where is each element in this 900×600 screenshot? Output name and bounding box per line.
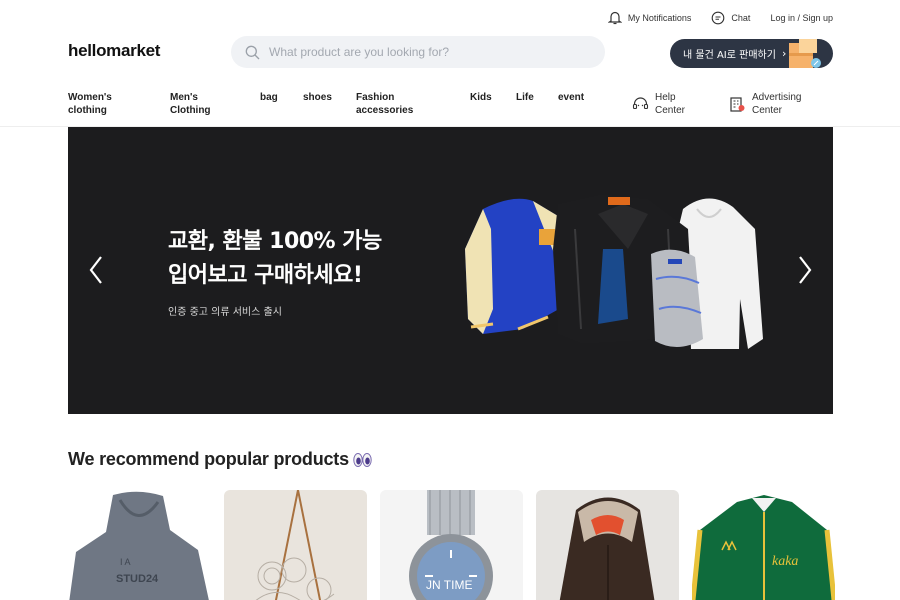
headset-icon <box>632 97 649 110</box>
nav-label: Men's Clothing <box>170 92 211 116</box>
nav-life[interactable]: Life <box>516 91 534 104</box>
eyes-icon <box>353 452 372 467</box>
notifications-link[interactable]: My Notifications <box>607 10 692 25</box>
recommend-section-title: We recommend popular products <box>68 449 372 470</box>
nav-label: shoes <box>303 92 332 103</box>
product-card[interactable] <box>224 490 367 600</box>
svg-text:kaka: kaka <box>772 554 798 569</box>
box-illustration-icon <box>789 39 821 68</box>
arrow-left-icon[interactable] <box>85 253 109 287</box>
nav-bag[interactable]: bag <box>260 91 278 104</box>
banner-subtitle: 인증 중고 의류 서비스 출시 <box>168 307 282 318</box>
search-icon <box>245 45 260 59</box>
product-card[interactable]: JN TIME <box>380 490 523 600</box>
notifications-label: My Notifications <box>627 12 692 23</box>
product-list: STUD24 I A JN TIME kaka <box>68 490 835 600</box>
svg-text:STUD24: STUD24 <box>116 573 159 585</box>
nav-label: Women's clothing <box>68 92 112 116</box>
nav-label: Kids <box>470 92 492 103</box>
login-link[interactable]: Log in / Sign up <box>770 13 833 23</box>
advertising-center-link[interactable]: Advertising Center <box>729 91 801 117</box>
logo[interactable]: hellomarket <box>68 41 160 61</box>
nav-label: Life <box>516 92 534 103</box>
help-center-link[interactable]: Help Center <box>632 91 685 117</box>
product-image: STUD24 I A <box>68 490 211 600</box>
building-icon <box>730 97 745 112</box>
nav-fashion-accessories[interactable]: Fashion accessories <box>356 91 413 117</box>
nav-kids[interactable]: Kids <box>470 91 492 104</box>
product-image <box>224 490 367 600</box>
chat-link[interactable]: Chat <box>711 11 750 25</box>
search-input[interactable] <box>269 45 569 59</box>
product-card[interactable]: STUD24 I A <box>68 490 211 600</box>
nav-label: event <box>558 92 585 103</box>
category-nav: Women's clothing Men's Clothing bag shoe… <box>0 91 900 127</box>
search-bar[interactable] <box>231 36 605 68</box>
banner-clothing-image <box>465 194 763 349</box>
arrow-right-icon[interactable] <box>792 253 816 287</box>
recommend-title-text: We recommend popular products <box>68 449 349 469</box>
help-center-label: Help Center <box>655 92 686 116</box>
product-image: kaka <box>692 490 835 600</box>
sell-with-ai-button[interactable]: 내 물건 AI로 판매하기 › <box>670 39 833 68</box>
product-image <box>536 490 679 600</box>
svg-text:I A: I A <box>120 557 131 567</box>
nav-mens-clothing[interactable]: Men's Clothing <box>170 91 211 117</box>
product-card[interactable] <box>536 490 679 600</box>
watch-overlay-text: JN TIME <box>426 578 472 592</box>
bell-icon <box>607 11 622 25</box>
nav-shoes[interactable]: shoes <box>303 91 332 104</box>
hero-banner[interactable]: 교환, 환불 100% 가능 입어보고 구매하세요! 인증 중고 의류 서비스 … <box>68 127 833 414</box>
nav-label: bag <box>260 92 278 103</box>
advertising-center-label: Advertising Center <box>752 92 802 116</box>
sell-button-label: 내 물건 AI로 판매하기 <box>683 50 776 61</box>
nav-womens-clothing[interactable]: Women's clothing <box>68 91 112 117</box>
banner-title: 교환, 환불 100% 가능 입어보고 구매하세요! <box>168 225 382 293</box>
chat-label: Chat <box>731 12 751 23</box>
banner-title-line2: 입어보고 구매하세요! <box>168 263 363 288</box>
nav-event[interactable]: event <box>558 91 584 104</box>
product-image: JN TIME <box>380 490 523 600</box>
chat-icon <box>712 11 725 24</box>
product-card[interactable]: kaka <box>692 490 835 600</box>
utility-bar: My Notifications Chat Log in / Sign up <box>607 10 833 25</box>
login-label: Log in / Sign up <box>770 12 833 23</box>
banner-title-line1: 교환, 환불 100% 가능 <box>168 229 382 254</box>
nav-label: Fashion accessories <box>356 92 414 116</box>
